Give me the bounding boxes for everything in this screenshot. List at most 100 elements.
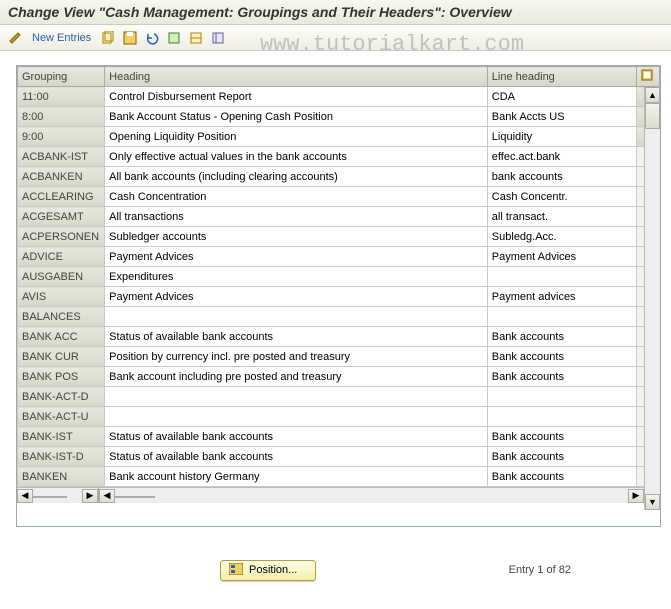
cell-heading[interactable]: Payment Advices [105, 287, 488, 307]
scroll-up-icon[interactable]: ▲ [645, 87, 660, 103]
cell-line-heading[interactable] [487, 267, 636, 287]
table-row[interactable]: BANKENBank account history GermanyBank a… [18, 467, 660, 487]
cell-grouping[interactable]: ACCLEARING [18, 187, 105, 207]
cell-line-heading[interactable] [487, 387, 636, 407]
cell-heading[interactable]: Position by currency incl. pre posted an… [105, 347, 488, 367]
vscroll-track[interactable] [645, 103, 660, 494]
cell-line-heading[interactable]: all transact. [487, 207, 636, 227]
cell-grouping[interactable]: BANK POS [18, 367, 105, 387]
cell-heading[interactable]: Control Disbursement Report [105, 87, 488, 107]
cell-grouping[interactable]: AVIS [18, 287, 105, 307]
vscroll-thumb[interactable] [645, 103, 660, 129]
cell-line-heading[interactable]: Bank accounts [487, 347, 636, 367]
copy-icon[interactable] [99, 29, 117, 47]
cell-heading[interactable]: Status of available bank accounts [105, 427, 488, 447]
cell-line-heading[interactable] [487, 307, 636, 327]
cell-heading[interactable]: Status of available bank accounts [105, 327, 488, 347]
cell-grouping[interactable]: BANK-ACT-U [18, 407, 105, 427]
table-row[interactable]: ACGESAMTAll transactionsall transact. [18, 207, 660, 227]
cell-line-heading[interactable] [487, 407, 636, 427]
hscroll-left-icon[interactable]: ◀ [17, 489, 33, 503]
table-row[interactable]: 9:00 Opening Liquidity PositionLiquidity [18, 127, 660, 147]
cell-line-heading[interactable]: Cash Concentr. [487, 187, 636, 207]
deselect-all-icon[interactable] [187, 29, 205, 47]
hscroll-thumb-1[interactable] [33, 496, 67, 498]
cell-grouping[interactable]: BANK-IST [18, 427, 105, 447]
cell-line-heading[interactable]: effec.act.bank [487, 147, 636, 167]
table-row[interactable]: ACPERSONENSubledger accountsSubledg.Acc. [18, 227, 660, 247]
save-icon[interactable] [121, 29, 139, 47]
cell-line-heading[interactable]: Bank accounts [487, 467, 636, 487]
table-row[interactable]: ADVICEPayment AdvicesPayment Advices [18, 247, 660, 267]
col-header-line[interactable]: Line heading [487, 67, 636, 87]
cell-heading[interactable]: Opening Liquidity Position [105, 127, 488, 147]
new-entries-button[interactable]: New Entries [28, 32, 95, 44]
cell-heading[interactable]: Subledger accounts [105, 227, 488, 247]
hscroll-right-icon[interactable]: ▶ [82, 489, 98, 503]
cell-grouping[interactable]: ACGESAMT [18, 207, 105, 227]
cell-grouping[interactable]: ADVICE [18, 247, 105, 267]
cell-grouping[interactable]: ACPERSONEN [18, 227, 105, 247]
cell-grouping[interactable]: BANKEN [18, 467, 105, 487]
position-button[interactable]: Position... [220, 560, 316, 581]
cell-grouping[interactable]: BANK ACC [18, 327, 105, 347]
hscroll-thumb-2[interactable] [115, 496, 155, 498]
table-row[interactable]: ACBANK-ISTOnly effective actual values i… [18, 147, 660, 167]
delimit-icon[interactable] [209, 29, 227, 47]
table-row[interactable]: 8:00Bank Account Status - Opening Cash P… [18, 107, 660, 127]
table-row[interactable]: BALANCES [18, 307, 660, 327]
cell-grouping[interactable]: 9:00 [18, 127, 105, 147]
cell-line-heading[interactable]: Bank accounts [487, 367, 636, 387]
table-row[interactable]: BANK-ACT-U [18, 407, 660, 427]
select-all-icon[interactable] [165, 29, 183, 47]
cell-heading[interactable]: Status of available bank accounts [105, 447, 488, 467]
cell-heading[interactable]: Bank Account Status - Opening Cash Posit… [105, 107, 488, 127]
cell-grouping[interactable]: 11:00 [18, 87, 105, 107]
table-row[interactable]: AVISPayment AdvicesPayment advices [18, 287, 660, 307]
cell-line-heading[interactable]: CDA [487, 87, 636, 107]
cell-line-heading[interactable]: Payment advices [487, 287, 636, 307]
cell-heading[interactable]: Only effective actual values in the bank… [105, 147, 488, 167]
cell-heading[interactable]: All bank accounts (including clearing ac… [105, 167, 488, 187]
hscroll-left-icon-2[interactable]: ◀ [99, 489, 115, 503]
undo-icon[interactable] [143, 29, 161, 47]
vertical-scrollbar[interactable]: ▲ ▼ [644, 87, 660, 510]
cell-heading[interactable]: Bank account including pre posted and tr… [105, 367, 488, 387]
cell-line-heading[interactable]: Liquidity [487, 127, 636, 147]
table-row[interactable]: BANK-ACT-D [18, 387, 660, 407]
table-row[interactable]: BANK-IST-DStatus of available bank accou… [18, 447, 660, 467]
table-row[interactable]: BANK POSBank account including pre poste… [18, 367, 660, 387]
cell-grouping[interactable]: ACBANKEN [18, 167, 105, 187]
col-header-select[interactable] [636, 67, 659, 87]
cell-heading[interactable]: Payment Advices [105, 247, 488, 267]
col-header-grouping[interactable]: Grouping [18, 67, 105, 87]
cell-grouping[interactable]: BALANCES [18, 307, 105, 327]
cell-line-heading[interactable]: Payment Advices [487, 247, 636, 267]
cell-line-heading[interactable]: Bank accounts [487, 327, 636, 347]
table-row[interactable]: BANK CURPosition by currency incl. pre p… [18, 347, 660, 367]
cell-heading[interactable] [105, 307, 488, 327]
cell-grouping[interactable]: BANK-ACT-D [18, 387, 105, 407]
table-row[interactable]: BANK-ISTStatus of available bank account… [18, 427, 660, 447]
table-row[interactable]: ACBANKENAll bank accounts (including cle… [18, 167, 660, 187]
cell-heading[interactable] [105, 387, 488, 407]
cell-line-heading[interactable]: Bank Accts US [487, 107, 636, 127]
hscroll-right-icon-2[interactable]: ▶ [628, 489, 644, 503]
table-row[interactable]: 11:00Control Disbursement ReportCDA [18, 87, 660, 107]
cell-heading[interactable]: All transactions [105, 207, 488, 227]
col-header-heading[interactable]: Heading [105, 67, 488, 87]
cell-grouping[interactable]: BANK CUR [18, 347, 105, 367]
cell-grouping[interactable]: AUSGABEN [18, 267, 105, 287]
scroll-down-icon[interactable]: ▼ [645, 494, 660, 510]
toggle-display-icon[interactable] [6, 29, 24, 47]
cell-line-heading[interactable]: bank accounts [487, 167, 636, 187]
cell-line-heading[interactable]: Bank accounts [487, 427, 636, 447]
cell-heading[interactable]: Cash Concentration [105, 187, 488, 207]
cell-grouping[interactable]: 8:00 [18, 107, 105, 127]
cell-line-heading[interactable]: Subledg.Acc. [487, 227, 636, 247]
cell-line-heading[interactable]: Bank accounts [487, 447, 636, 467]
table-row[interactable]: BANK ACCStatus of available bank account… [18, 327, 660, 347]
cell-heading[interactable] [105, 407, 488, 427]
table-row[interactable]: AUSGABENExpenditures [18, 267, 660, 287]
cell-heading[interactable]: Expenditures [105, 267, 488, 287]
